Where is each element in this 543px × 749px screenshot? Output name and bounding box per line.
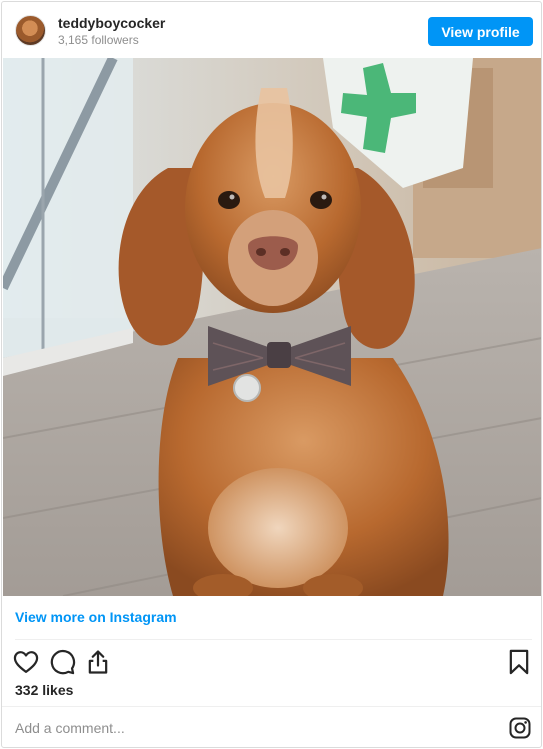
dog-photo-image xyxy=(3,58,541,596)
followers-count: 3,165 followers xyxy=(58,33,139,47)
post-header: teddyboycocker 3,165 followers View prof… xyxy=(2,2,541,58)
view-profile-button[interactable]: View profile xyxy=(428,17,533,46)
add-comment-input[interactable]: Add a comment... xyxy=(15,720,125,736)
instagram-embed-card: teddyboycocker 3,165 followers View prof… xyxy=(1,1,542,748)
instagram-icon[interactable] xyxy=(508,716,532,740)
view-more-link[interactable]: View more on Instagram xyxy=(15,609,177,625)
username-link[interactable]: teddyboycocker xyxy=(58,15,165,31)
share-icon[interactable] xyxy=(84,648,112,676)
avatar[interactable] xyxy=(15,15,46,46)
heart-icon[interactable] xyxy=(12,648,40,676)
divider xyxy=(15,639,532,640)
likes-count[interactable]: 332 likes xyxy=(15,682,73,698)
bookmark-icon[interactable] xyxy=(505,648,533,676)
action-bar xyxy=(2,646,541,678)
post-photo[interactable] xyxy=(3,58,541,596)
comment-icon[interactable] xyxy=(48,648,76,676)
divider xyxy=(2,706,541,707)
